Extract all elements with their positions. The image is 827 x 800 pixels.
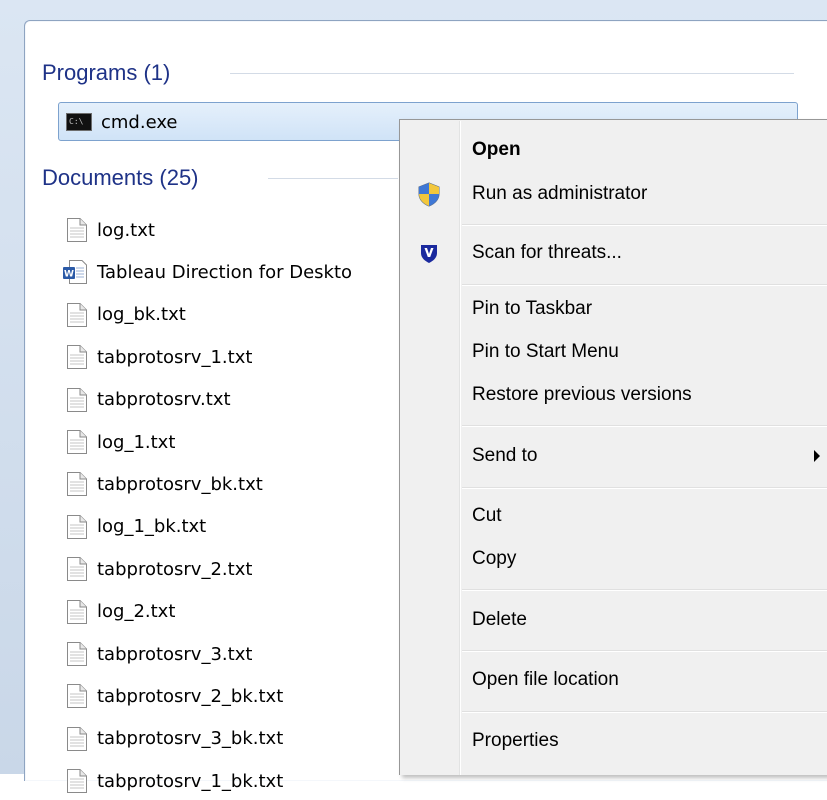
menu-item-pin-to-taskbar[interactable]: Pin to Taskbar <box>400 290 827 328</box>
text-file-icon <box>66 556 88 582</box>
documents-group-header: Documents (25) <box>42 163 199 193</box>
document-item[interactable]: tabprotosrv_3.txt <box>66 635 252 673</box>
text-file-icon <box>66 641 88 667</box>
text-file-icon <box>66 726 88 752</box>
menu-separator <box>462 589 827 591</box>
document-item-label: log_bk.txt <box>97 304 186 326</box>
menu-item-restore-previous-versions[interactable]: Restore previous versions <box>400 376 827 414</box>
document-item-label: tabprotosrv_3_bk.txt <box>97 728 284 750</box>
document-item-label: tabprotosrv_1.txt <box>97 346 253 368</box>
document-item[interactable]: tabprotosrv_2.txt <box>66 550 252 588</box>
text-file-icon <box>66 387 88 413</box>
word-doc-icon: W <box>62 259 88 285</box>
text-file-icon <box>66 768 88 794</box>
menu-separator <box>462 425 827 427</box>
menu-item-pin-to-start-menu[interactable]: Pin to Start Menu <box>400 333 827 371</box>
submenu-arrow-icon <box>814 450 820 462</box>
document-item-label: log_1_bk.txt <box>97 516 207 538</box>
program-item-cmd[interactable]: C:\ cmd.exe <box>66 103 178 141</box>
text-file-icon <box>66 471 88 497</box>
document-item-label: log.txt <box>97 219 155 241</box>
menu-item-properties[interactable]: Properties <box>400 722 827 760</box>
menu-separator <box>462 650 827 652</box>
text-file-icon <box>66 302 88 328</box>
menu-item-run-as-administrator[interactable]: Run as administrator <box>400 175 827 213</box>
document-item-label: Tableau Direction for Deskto <box>97 261 353 283</box>
svg-text:W: W <box>64 270 74 280</box>
text-file-icon <box>66 344 88 370</box>
document-item-label: log_2.txt <box>97 601 176 623</box>
documents-header-line <box>268 178 398 179</box>
programs-group-header: Programs (1) <box>42 58 170 88</box>
text-file-icon <box>66 683 88 709</box>
document-item[interactable]: log_bk.txt <box>66 296 186 334</box>
document-item-label: tabprotosrv.txt <box>97 389 231 411</box>
menu-item-cut[interactable]: Cut <box>400 497 827 535</box>
programs-header-line <box>230 73 794 74</box>
document-item[interactable]: log_1.txt <box>66 423 175 461</box>
document-item[interactable]: W Tableau Direction for Deskto <box>63 253 353 291</box>
document-item-label: tabprotosrv_2_bk.txt <box>97 685 284 707</box>
document-item[interactable]: tabprotosrv.txt <box>66 381 231 419</box>
cmd-icon: C:\ <box>66 113 92 131</box>
document-item[interactable]: log_1_bk.txt <box>66 508 206 546</box>
menu-item-open-file-location[interactable]: Open file location <box>400 661 827 699</box>
text-file-icon <box>66 429 88 455</box>
antivirus-shield-icon <box>416 240 442 266</box>
document-item[interactable]: log_2.txt <box>66 593 175 631</box>
context-menu: Open Run as administrator Scan for threa… <box>399 119 827 775</box>
menu-separator <box>462 284 827 286</box>
menu-separator <box>462 711 827 713</box>
menu-item-delete[interactable]: Delete <box>400 601 827 639</box>
text-file-icon <box>66 599 88 625</box>
documents-header-label: Documents (25) <box>42 165 199 190</box>
menu-item-scan-for-threats[interactable]: Scan for threats... <box>400 234 827 272</box>
document-item[interactable]: tabprotosrv_bk.txt <box>66 465 263 503</box>
document-item[interactable]: tabprotosrv_1_bk.txt <box>66 762 283 800</box>
menu-separator <box>462 487 827 489</box>
document-item[interactable]: tabprotosrv_3_bk.txt <box>66 720 283 758</box>
document-item-label: tabprotosrv_bk.txt <box>97 473 263 495</box>
document-item[interactable]: tabprotosrv_1.txt <box>66 338 252 376</box>
menu-item-send-to[interactable]: Send to <box>400 437 827 475</box>
document-item[interactable]: log.txt <box>66 211 155 249</box>
uac-shield-icon <box>416 181 442 207</box>
document-item-label: tabprotosrv_3.txt <box>97 643 253 665</box>
text-file-icon <box>66 217 88 243</box>
menu-item-open[interactable]: Open <box>400 131 827 169</box>
document-item[interactable]: tabprotosrv_2_bk.txt <box>66 677 283 715</box>
text-file-icon <box>66 514 88 540</box>
document-item-label: log_1.txt <box>97 431 176 453</box>
programs-header-label: Programs (1) <box>42 60 171 85</box>
menu-separator <box>462 224 827 226</box>
program-item-label: cmd.exe <box>101 111 178 133</box>
document-item-label: tabprotosrv_2.txt <box>97 558 253 580</box>
menu-item-copy[interactable]: Copy <box>400 540 827 578</box>
